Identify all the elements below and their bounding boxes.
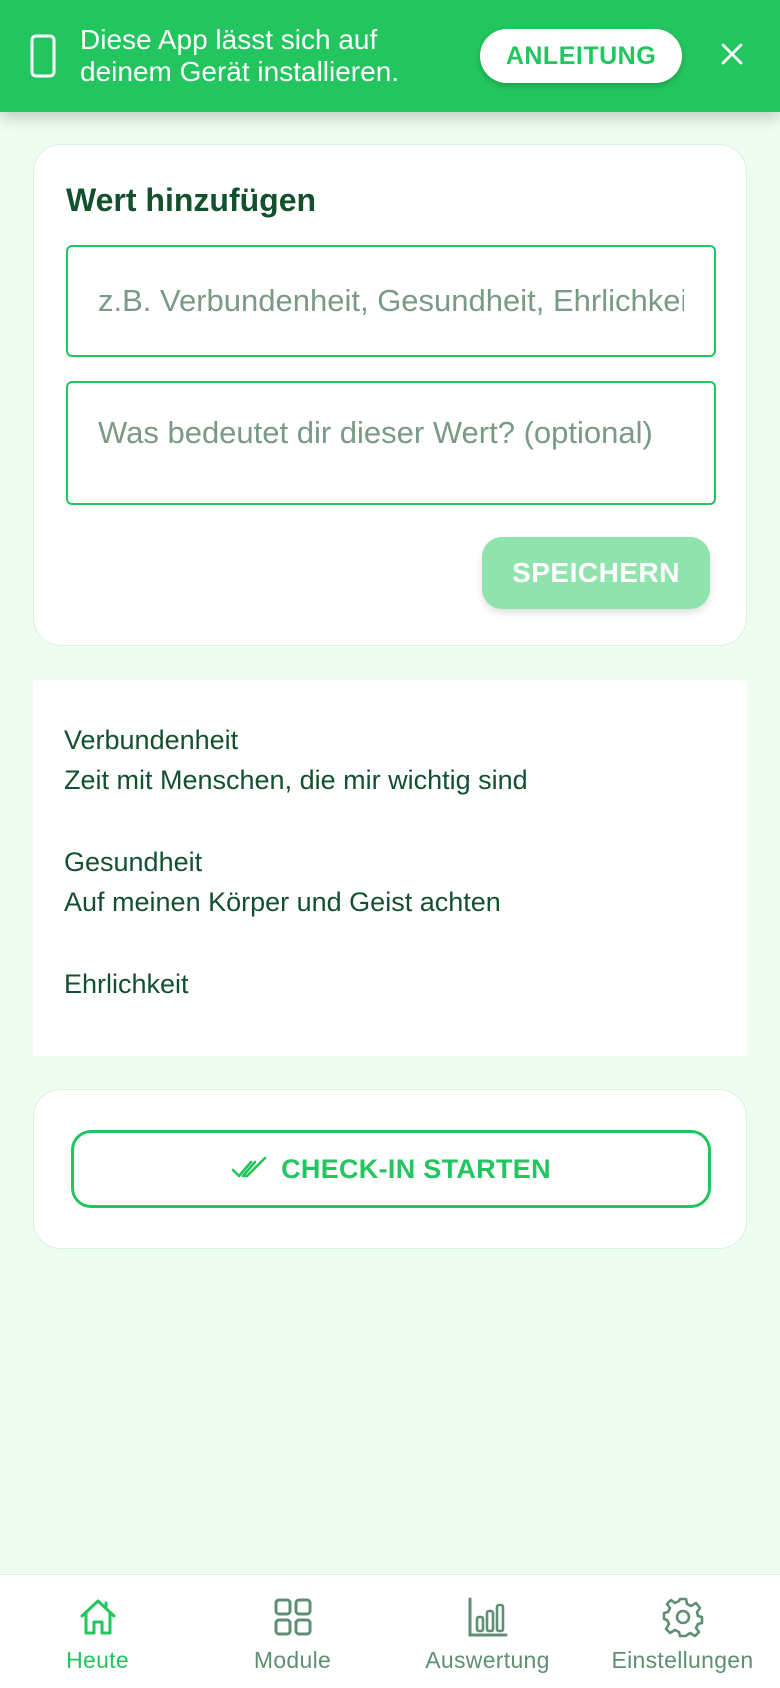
start-checkin-label: CHECK-IN STARTEN [281,1153,551,1184]
nav-label: Auswertung [425,1647,550,1673]
install-banner-line1: Diese App lässt sich auf [80,24,378,55]
home-icon [77,1595,119,1639]
save-button[interactable]: SPEICHERN [482,537,710,609]
install-banner-line2: deinem Gerät installieren. [80,56,400,87]
install-banner: Diese App lässt sich auf deinem Gerät in… [0,0,780,112]
value-title: Ehrlichkeit [64,969,189,999]
install-banner-text: Diese App lässt sich auf deinem Gerät in… [80,24,460,88]
nav-item-heute[interactable]: Heute [0,1575,195,1688]
value-description-input[interactable] [66,381,716,505]
nav-label: Heute [66,1647,129,1673]
gear-icon [662,1595,704,1639]
grid-icon [272,1595,314,1639]
list-item[interactable]: Ehrlichkeit [64,964,716,1004]
double-check-icon [231,1156,267,1182]
checkin-card: CHECK-IN STARTEN [33,1089,747,1249]
values-list: Verbundenheit Zeit mit Menschen, die mir… [33,680,747,1056]
nav-item-module[interactable]: Module [195,1575,390,1688]
guide-button[interactable]: ANLEITUNG [480,29,682,83]
add-value-title: Wert hinzufügen [66,182,317,218]
list-item[interactable]: Verbundenheit Zeit mit Menschen, die mir… [64,720,716,800]
smartphone-icon [30,34,56,78]
bar-chart-icon [467,1595,509,1639]
value-title: Verbundenheit [64,725,239,755]
value-description: Zeit mit Menschen, die mir wichtig sind [64,765,528,795]
close-icon [720,42,744,71]
nav-item-auswertung[interactable]: Auswertung [390,1575,585,1688]
add-value-card: Wert hinzufügen SPEICHERN [33,144,747,646]
list-item[interactable]: Gesundheit Auf meinen Körper und Geist a… [64,842,716,922]
nav-label: Einstellungen [611,1647,754,1673]
value-name-input[interactable] [66,245,716,357]
value-title: Gesundheit [64,847,203,877]
nav-item-einstellungen[interactable]: Einstellungen [585,1575,780,1688]
nav-label: Module [253,1647,332,1673]
bottom-nav: Heute Module Auswertung Einstellungen [0,1574,780,1688]
close-banner-button[interactable] [710,34,754,78]
value-description: Auf meinen Körper und Geist achten [64,887,501,917]
start-checkin-button[interactable]: CHECK-IN STARTEN [71,1130,711,1208]
save-row: SPEICHERN [66,537,714,609]
